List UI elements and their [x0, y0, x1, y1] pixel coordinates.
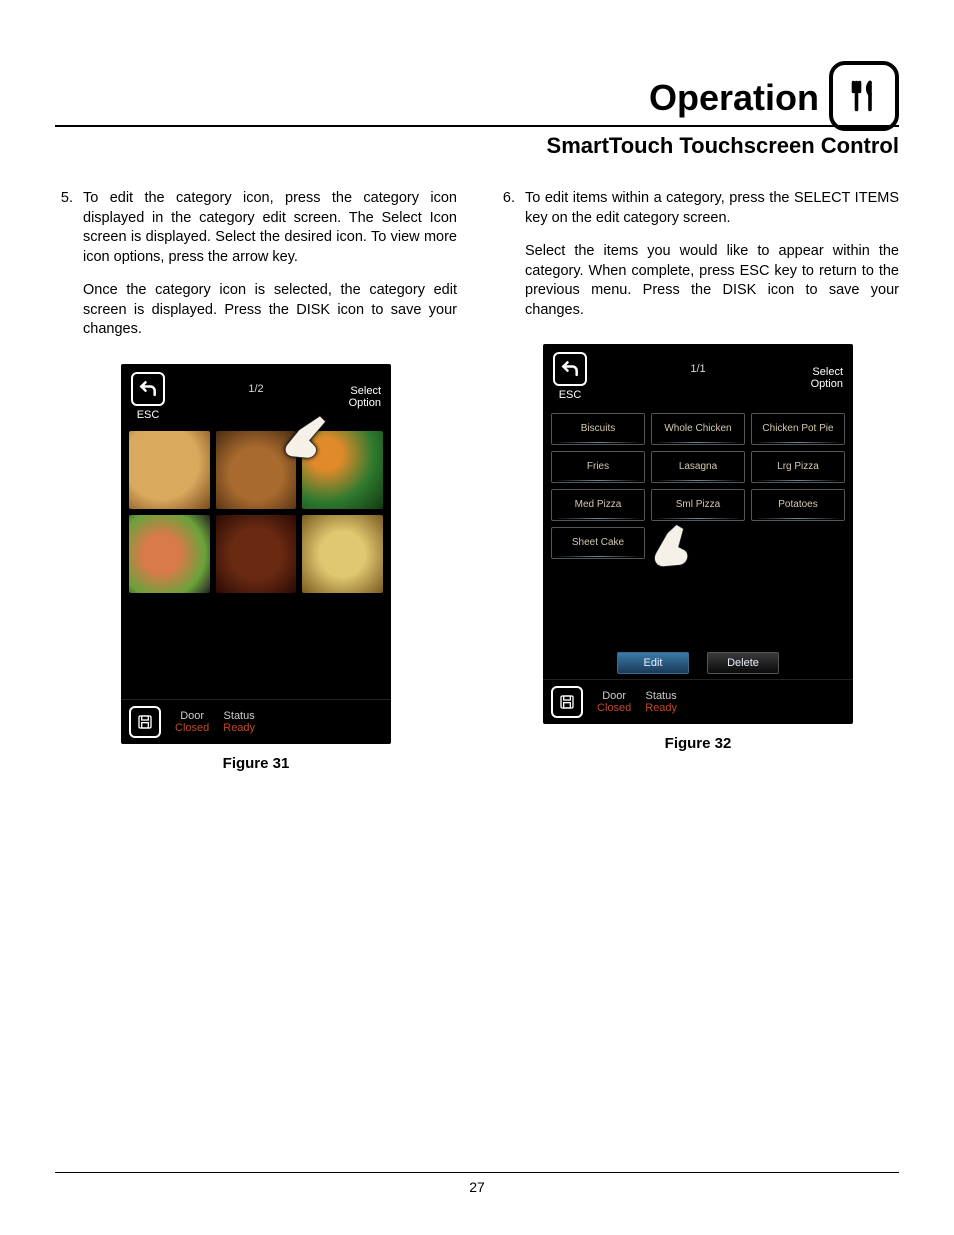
undo-arrow-icon [553, 352, 587, 386]
category-icon-seafood[interactable] [129, 515, 210, 593]
category-icon-steak[interactable] [216, 515, 297, 593]
screen-topbar: ESC 1/2 Select Option [121, 364, 391, 427]
page-indicator: 1/1 [690, 362, 705, 377]
figure-caption: Figure 31 [55, 754, 457, 774]
item-button[interactable]: Fries [551, 451, 645, 483]
door-status: Door Closed [597, 690, 631, 714]
left-column: 5. To edit the category icon, press the … [55, 189, 457, 774]
icon-grid [121, 427, 391, 597]
step-text: Select the items you would like to appea… [525, 242, 899, 320]
item-button[interactable]: Lrg Pizza [751, 451, 845, 483]
edit-delete-bar: Edit Delete [543, 652, 853, 680]
step-text: To edit the category icon, press the cat… [83, 189, 457, 267]
edit-button[interactable]: Edit [617, 652, 689, 674]
item-button[interactable]: Lasagna [651, 451, 745, 483]
step-5: 5. To edit the category icon, press the … [55, 189, 457, 354]
category-icon-poultry[interactable] [216, 431, 297, 509]
status-bar: Door Closed Status Ready [543, 679, 853, 724]
select-option-label: Select Option [811, 366, 843, 390]
esc-button[interactable]: ESC [553, 352, 587, 403]
item-button[interactable]: Med Pizza [551, 489, 645, 521]
step-number: 6. [497, 189, 515, 334]
disk-save-button[interactable] [129, 706, 161, 738]
item-button[interactable]: Sml Pizza [651, 489, 745, 521]
page-title: Operation [649, 77, 819, 119]
step-body: To edit items within a category, press t… [525, 189, 899, 334]
esc-label: ESC [137, 408, 160, 423]
delete-button[interactable]: Delete [707, 652, 779, 674]
category-icon-bread[interactable] [129, 431, 210, 509]
figure-caption: Figure 32 [497, 734, 899, 754]
page-header: Operation [55, 50, 899, 127]
esc-label: ESC [559, 388, 582, 403]
ready-status: Status Ready [645, 690, 677, 714]
fork-knife-icon [829, 61, 899, 131]
door-status: Door Closed [175, 710, 209, 734]
figure-32-screen: ESC 1/1 Select Option Biscuits Whole Chi… [543, 344, 853, 724]
step-body: To edit the category icon, press the cat… [83, 189, 457, 354]
item-button[interactable]: Sheet Cake [551, 527, 645, 559]
figure-31-screen: ESC 1/2 Select Option [121, 364, 391, 744]
category-icon-pasta[interactable] [302, 515, 383, 593]
page-indicator: 1/2 [248, 382, 263, 397]
page-subtitle: SmartTouch Touchscreen Control [55, 133, 899, 159]
esc-button[interactable]: ESC [131, 372, 165, 423]
step-6: 6. To edit items within a category, pres… [497, 189, 899, 334]
category-icon-vegetables[interactable] [302, 431, 383, 509]
item-button[interactable]: Potatoes [751, 489, 845, 521]
step-text: Once the category icon is selected, the … [83, 281, 457, 340]
right-column: 6. To edit items within a category, pres… [497, 189, 899, 774]
item-button[interactable]: Chicken Pot Pie [751, 413, 845, 445]
step-text: To edit items within a category, press t… [525, 189, 899, 228]
item-grid: Biscuits Whole Chicken Chicken Pot Pie F… [543, 407, 853, 565]
page-number: 27 [469, 1179, 485, 1195]
manual-page: Operation SmartTouch Touchscreen Control… [0, 0, 954, 1235]
ready-status: Status Ready [223, 710, 255, 734]
undo-arrow-icon [131, 372, 165, 406]
page-footer: 27 [55, 1172, 899, 1195]
content-columns: 5. To edit the category icon, press the … [55, 189, 899, 774]
screen-topbar: ESC 1/1 Select Option [543, 344, 853, 407]
status-bar: Door Closed Status Ready [121, 699, 391, 744]
disk-save-button[interactable] [551, 686, 583, 718]
item-button[interactable]: Whole Chicken [651, 413, 745, 445]
item-button[interactable]: Biscuits [551, 413, 645, 445]
select-option-label: Select Option [349, 385, 381, 409]
step-number: 5. [55, 189, 73, 354]
